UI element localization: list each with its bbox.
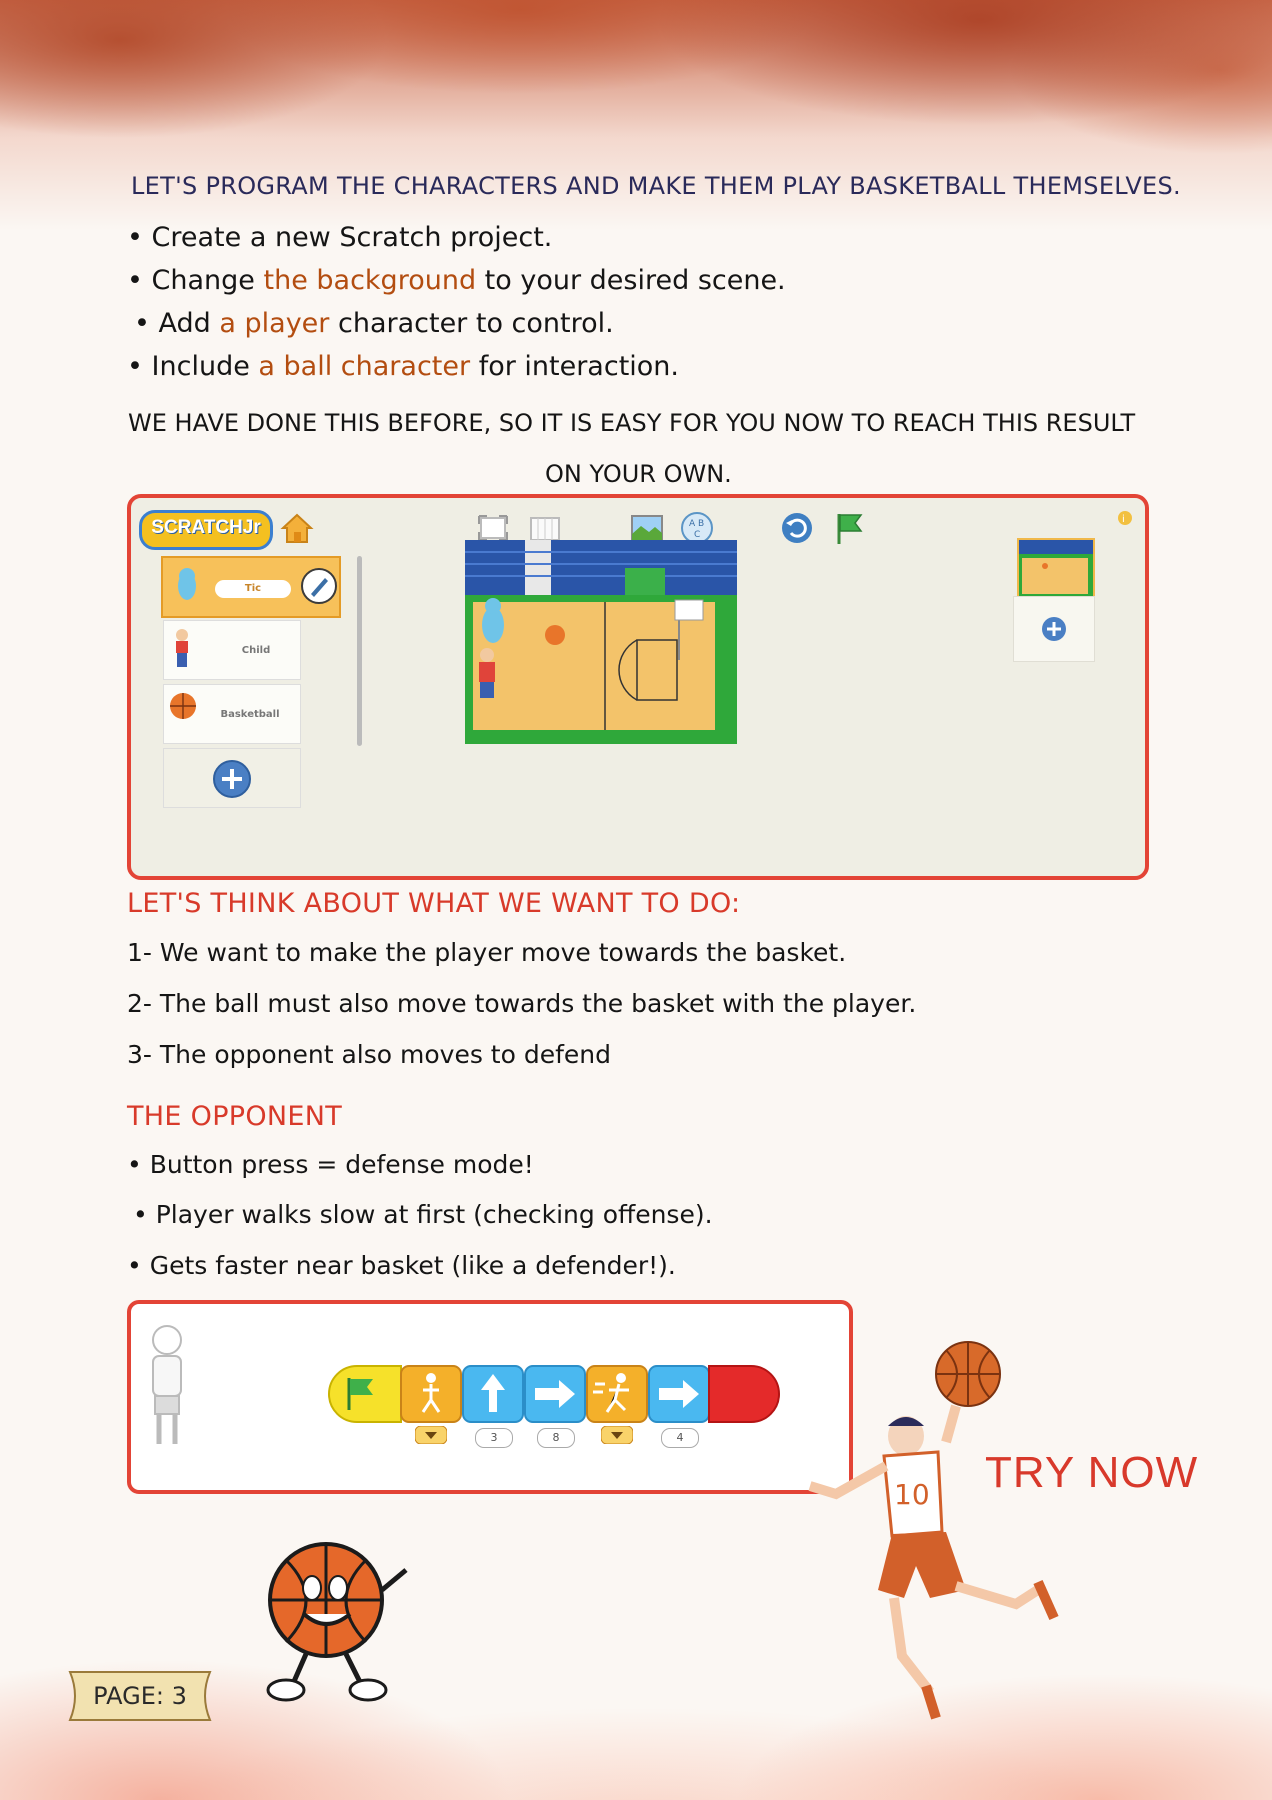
opponent-bullet: • Gets faster near basket (like a defend… <box>127 1251 676 1280</box>
tic-sprite-icon <box>178 568 196 600</box>
bullet-text: Create a new Scratch project. <box>151 222 553 253</box>
bullet-text: to your desired scene. <box>476 265 786 296</box>
move-up-value[interactable]: 3 <box>475 1428 513 1448</box>
svg-text:C: C <box>694 530 700 540</box>
move-right-value[interactable]: 8 <box>537 1428 575 1448</box>
bullet-text: Player walks slow at first (checking off… <box>155 1200 713 1229</box>
basketball-mascot-illustration <box>266 1542 408 1702</box>
add-sprite-slot[interactable] <box>163 748 301 808</box>
step-2: 2- The ball must also move towards the b… <box>127 989 917 1018</box>
reset-characters-icon[interactable] <box>779 510 815 546</box>
bullet-text: Button press = defense mode! <box>149 1150 534 1179</box>
move-right-block[interactable] <box>647 1362 711 1426</box>
bullet-text: for interaction. <box>470 351 680 382</box>
try-now-label: TRY NOW <box>985 1448 1199 1497</box>
bullet-accent-text: a player <box>219 308 330 339</box>
page-thumbnail[interactable] <box>1017 538 1095 600</box>
bullet-text: Change <box>151 265 264 296</box>
move-up-block[interactable] <box>461 1362 525 1426</box>
add-page-icon[interactable] <box>1040 615 1068 643</box>
sprite-name-tic[interactable]: Tic <box>215 580 291 598</box>
sprite-list: Tic Child Basketball <box>153 556 341 846</box>
bullet-dot: • <box>127 1150 142 1179</box>
add-sprite-icon[interactable] <box>212 759 252 799</box>
svg-text:i: i <box>1122 514 1125 525</box>
opponent-bullet: • Button press = defense mode! <box>127 1150 534 1179</box>
speed-dropdown-icon[interactable] <box>415 1426 447 1444</box>
speed-dropdown-icon[interactable] <box>601 1426 633 1444</box>
svg-text:A: A <box>689 519 696 529</box>
page-number: PAGE: 3 <box>93 1682 187 1710</box>
set-speed-slow-block[interactable] <box>399 1362 463 1426</box>
info-icon[interactable]: i <box>1115 508 1135 528</box>
add-page-slot[interactable] <box>1013 596 1095 662</box>
basketball-sprite-icon <box>170 693 196 719</box>
move-right-block[interactable] <box>523 1362 587 1426</box>
setup-bullet: • Change the background to your desired … <box>127 265 786 296</box>
bullet-text: Add <box>158 308 220 339</box>
move-right-value[interactable]: 4 <box>661 1428 699 1448</box>
end-block[interactable] <box>707 1362 783 1426</box>
bullet-text: Gets faster near basket (like a defender… <box>149 1251 676 1280</box>
bullet-dot: • <box>134 308 150 339</box>
bullet-dot: • <box>127 222 143 253</box>
sprite-card-tic[interactable]: Tic <box>161 556 341 618</box>
svg-text:10: 10 <box>894 1478 930 1511</box>
done-before-line-2: ON YOUR OWN. <box>545 460 732 488</box>
sprite-card-child[interactable]: Child <box>163 620 301 680</box>
think-heading: LET'S THINK ABOUT WHAT WE WANT TO DO: <box>127 888 741 919</box>
opponent-heading: THE OPPONENT <box>127 1101 343 1132</box>
sprite-name-child: Child <box>241 645 271 656</box>
bullet-dot: • <box>127 351 143 382</box>
intro-heading: LET'S PROGRAM THE CHARACTERS AND MAKE TH… <box>131 172 1181 200</box>
paint-editor-icon[interactable] <box>299 566 339 606</box>
code-script-frame: 3 8 4 <box>127 1300 853 1494</box>
set-speed-fast-block[interactable] <box>585 1362 649 1426</box>
scratchjr-screenshot: SCRATCHJr A B C i Tic Child Basketball <box>127 494 1149 880</box>
opponent-sprite-image <box>152 1325 182 1444</box>
step-3: 3- The opponent also moves to defend <box>127 1040 611 1069</box>
sprite-name-basketball: Basketball <box>220 709 280 720</box>
done-before-line-1: WE HAVE DONE THIS BEFORE, SO IT IS EASY … <box>128 409 1136 437</box>
page-thumbnail-image <box>1019 540 1093 598</box>
bullet-text: character to control. <box>329 308 614 339</box>
bullet-dot: • <box>133 1200 148 1229</box>
bullet-text: Include <box>151 351 259 382</box>
bullet-accent-text: a ball character <box>258 351 471 382</box>
bullet-accent-text: the background <box>263 265 477 296</box>
scratchjr-logo: SCRATCHJr <box>139 510 273 550</box>
opponent-bullet: • Player walks slow at first (checking o… <box>133 1200 713 1229</box>
setup-bullet: • Add a player character to control. <box>134 308 614 339</box>
basketball-court-stage <box>465 540 737 744</box>
setup-bullet: • Create a new Scratch project. <box>127 222 552 253</box>
svg-text:B: B <box>698 519 704 529</box>
child-sprite-icon <box>176 629 188 667</box>
green-flag-trigger-block[interactable] <box>327 1362 407 1426</box>
sprite-card-basketball[interactable]: Basketball <box>163 684 301 744</box>
setup-bullet: • Include a ball character for interacti… <box>127 351 679 382</box>
green-flag-icon[interactable] <box>831 510 867 546</box>
basketball-player-illustration: 10 <box>808 1341 1059 1720</box>
home-icon[interactable] <box>279 510 315 546</box>
bullet-dot: • <box>127 265 143 296</box>
step-1: 1- We want to make the player move towar… <box>127 938 847 967</box>
bullet-dot: • <box>127 1251 142 1280</box>
page-number-scroll: PAGE: 3 <box>60 1664 220 1728</box>
sprite-list-scrollbar[interactable] <box>357 556 362 746</box>
